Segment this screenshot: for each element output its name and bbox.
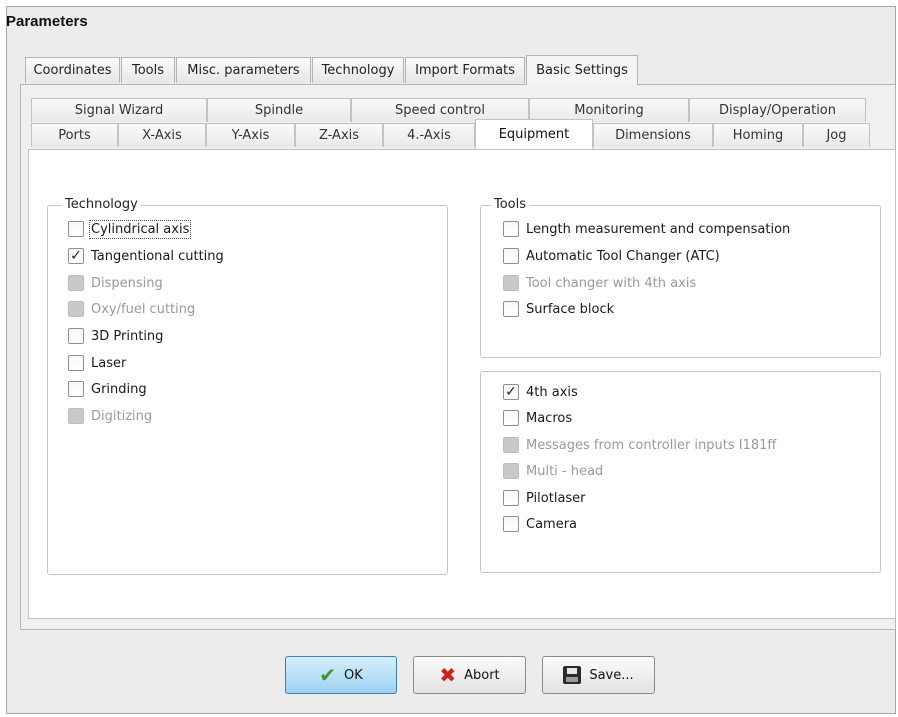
option-pilotlaser[interactable]: Pilotlaser [503,487,586,509]
option-messages-controller-inputs: Messages from controller inputs I181ff [503,434,776,456]
abort-button-label: Abort [464,667,500,683]
checkbox-disabled [68,408,84,424]
checkbox[interactable] [68,328,84,344]
checkbox[interactable] [503,490,519,506]
checkbox[interactable] [503,221,519,237]
option-label: Surface block [526,301,615,317]
tab-signal-wizard[interactable]: Signal Wizard [31,98,207,122]
option-label: Tangentional cutting [91,248,224,264]
tools-group-legend: Tools [491,197,530,212]
tab-ports[interactable]: Ports [31,123,118,147]
checkbox-checked[interactable]: ✓ [68,248,84,264]
tab-y-axis[interactable]: Y-Axis [206,123,295,147]
option-atc[interactable]: Automatic Tool Changer (ATC) [503,245,720,267]
option-label: Pilotlaser [526,490,586,506]
option-label: Laser [91,355,127,371]
checkbox[interactable] [503,516,519,532]
checkbox[interactable] [68,381,84,397]
option-label: Messages from controller inputs I181ff [526,437,777,453]
check-icon: ✔ [319,663,336,687]
tab-dimensions[interactable]: Dimensions [593,123,713,147]
tab-jog[interactable]: Jog [803,123,870,147]
option-label: Length measurement and compensation [526,221,791,237]
option-length-measurement[interactable]: Length measurement and compensation [503,218,790,240]
ok-button-label: OK [344,667,363,683]
tab-tools[interactable]: Tools [121,57,175,83]
checkbox[interactable] [503,410,519,426]
tab-display-operation[interactable]: Display/Operation [689,98,866,122]
checkbox-disabled [503,275,519,291]
checkbox[interactable] [503,248,519,264]
tab-import-formats[interactable]: Import Formats [405,57,525,83]
option-surface-block[interactable]: Surface block [503,298,614,320]
tab-misc-parameters[interactable]: Misc. parameters [176,57,311,83]
option-tangentional-cutting[interactable]: ✓ Tangentional cutting [68,245,224,267]
tab-basic-settings[interactable]: Basic Settings [526,55,638,85]
option-label: Tool changer with 4th axis [526,275,697,291]
option-3d-printing[interactable]: 3D Printing [68,325,163,347]
technology-group-legend: Technology [62,197,141,212]
option-label: 3D Printing [91,328,164,344]
ok-button[interactable]: ✔ OK [285,656,397,694]
option-camera[interactable]: Camera [503,513,577,535]
abort-button[interactable]: ✖ Abort [413,656,526,694]
option-label: Macros [526,410,573,426]
option-label: Cylindrical axis [88,219,192,239]
option-label: Oxy/fuel cutting [91,301,196,317]
option-label: Automatic Tool Changer (ATC) [526,248,720,264]
checkbox-disabled [503,437,519,453]
option-4th-axis[interactable]: ✓ 4th axis [503,381,578,403]
option-laser[interactable]: Laser [68,352,126,374]
dialog-title: Parameters [6,13,88,30]
option-multi-head: Multi - head [503,460,603,482]
checkbox[interactable] [503,301,519,317]
tab-technology[interactable]: Technology [312,57,404,83]
option-label: 4th axis [526,384,578,400]
tab-coordinates[interactable]: Coordinates [25,57,120,83]
tab-equipment[interactable]: Equipment [475,119,593,149]
option-dispensing: Dispensing [68,272,163,294]
save-button-label: Save... [589,667,634,683]
option-tool-changer-4th-axis: Tool changer with 4th axis [503,272,696,294]
checkbox-checked[interactable]: ✓ [503,384,519,400]
save-button[interactable]: Save... [542,656,655,694]
option-cylindrical-axis[interactable]: Cylindrical axis [68,218,192,240]
option-label: Dispensing [91,275,163,291]
option-digitizing: Digitizing [68,405,152,427]
tab-homing[interactable]: Homing [713,123,803,147]
option-oxy-fuel-cutting: Oxy/fuel cutting [68,298,195,320]
option-label: Digitizing [91,408,153,424]
tab-z-axis[interactable]: Z-Axis [295,123,383,147]
checkbox[interactable] [68,221,84,237]
checkbox-disabled [68,275,84,291]
option-label: Camera [526,516,578,532]
tab-x-axis[interactable]: X-Axis [118,123,206,147]
option-label: Grinding [91,381,147,397]
checkbox[interactable] [68,355,84,371]
option-label: Multi - head [526,463,604,479]
tab-4-axis[interactable]: 4.-Axis [383,123,475,147]
option-grinding[interactable]: Grinding [68,378,147,400]
option-macros[interactable]: Macros [503,407,572,429]
tab-spindle[interactable]: Spindle [207,98,351,122]
checkbox-disabled [503,463,519,479]
floppy-disk-icon [563,666,582,684]
x-icon: ✖ [439,663,457,687]
checkbox-disabled [68,301,84,317]
